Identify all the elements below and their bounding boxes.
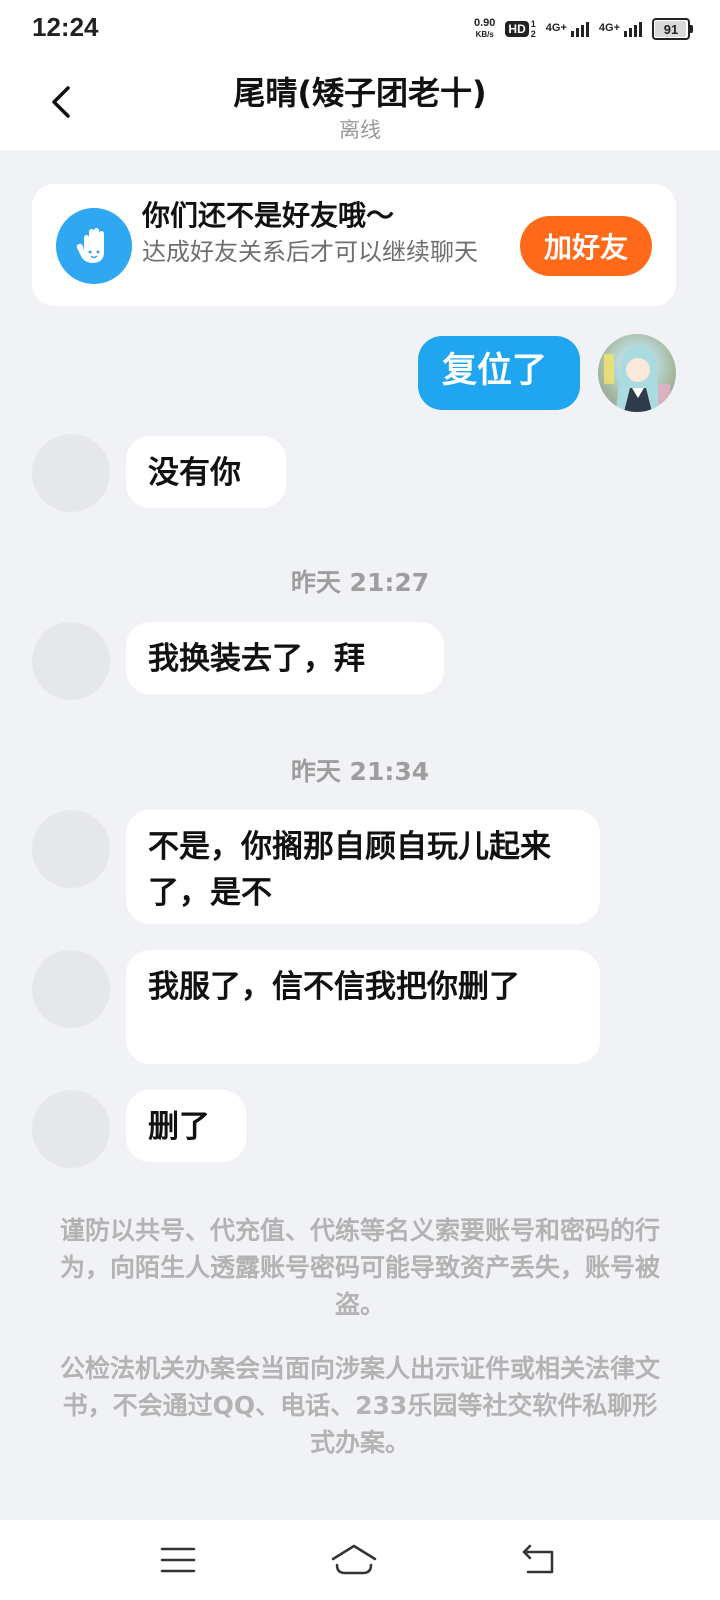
avatar-other[interactable] bbox=[32, 622, 110, 700]
back-nav-button[interactable] bbox=[508, 1536, 568, 1584]
system-nav-bar bbox=[0, 1520, 720, 1600]
message-bubble-other[interactable]: 我换装去了，拜 bbox=[126, 622, 444, 694]
status-time: 12:24 bbox=[32, 12, 99, 42]
friend-request-card: 你们还不是好友哦～ 达成好友关系后才可以继续聊天 加好友 bbox=[32, 184, 676, 306]
hd-slots: 1 2 bbox=[531, 19, 536, 39]
home-icon bbox=[331, 1544, 377, 1575]
net-speed-value: 0.90 bbox=[474, 17, 496, 29]
status-bar: 12:24 0.90 KB/s HD 1 2 4G+ 4G+ 91 bbox=[0, 0, 720, 56]
signal-label: 4G+ bbox=[598, 21, 620, 34]
avatar-me[interactable] bbox=[598, 334, 676, 412]
hand-icon bbox=[56, 208, 132, 284]
hd-slot-1: 1 bbox=[530, 19, 536, 29]
avatar-other[interactable] bbox=[32, 434, 110, 512]
safety-notice: 公检法机关办案会当面向涉案人出示证件或相关法律文书，不会通过QQ、电话、233乐… bbox=[59, 1354, 660, 1457]
net-speed: 0.90 KB/s bbox=[474, 18, 495, 40]
safety-notice: 谨防以共号、代充值、代练等名义索要账号和密码的行为，向陌生人透露账号密码可能导致… bbox=[59, 1216, 660, 1319]
menu-button[interactable] bbox=[148, 1536, 208, 1584]
signal-icon: 4G+ bbox=[598, 21, 642, 37]
avatar-image bbox=[604, 346, 670, 412]
message-bubble-other[interactable]: 删了 bbox=[126, 1090, 246, 1162]
net-speed-unit: KB/s bbox=[475, 30, 494, 39]
back-arrow-icon bbox=[522, 1544, 554, 1574]
message-timestamp: 昨天 21:27 bbox=[290, 568, 430, 597]
friend-card-description: 达成好友关系后才可以继续聊天 bbox=[142, 238, 478, 266]
friend-card-title: 你们还不是好友哦～ bbox=[142, 199, 395, 232]
message-bubble-other[interactable]: 不是，你搁那自顾自玩儿起来了，是不 bbox=[126, 810, 600, 924]
message-bubble-mine[interactable]: 复位了 bbox=[418, 336, 580, 410]
signal-icon: 4G+ bbox=[545, 21, 589, 37]
home-button[interactable] bbox=[324, 1536, 384, 1584]
hd-icon: HD 1 2 bbox=[505, 19, 536, 39]
status-icons: 0.90 KB/s HD 1 2 4G+ 4G+ 91 bbox=[474, 16, 693, 42]
hd-label: HD bbox=[505, 21, 529, 37]
signal-label: 4G+ bbox=[545, 21, 567, 34]
add-friend-button[interactable]: 加好友 bbox=[520, 216, 652, 276]
avatar-other[interactable] bbox=[32, 950, 110, 1028]
battery-icon: 91 bbox=[652, 18, 693, 40]
message-bubble-other[interactable]: 我服了，信不信我把你删了 bbox=[126, 950, 600, 1064]
chat-header: 尾晴(矮子团老十) 离线 bbox=[0, 56, 720, 150]
battery-level: 91 bbox=[663, 21, 679, 37]
message-timestamp: 昨天 21:34 bbox=[290, 757, 430, 786]
hd-slot-2: 2 bbox=[530, 29, 536, 39]
contact-name[interactable]: 尾晴(矮子团老十) bbox=[0, 68, 720, 114]
message-bubble-other[interactable]: 没有你 bbox=[126, 436, 286, 508]
avatar-other[interactable] bbox=[32, 810, 110, 888]
menu-icon bbox=[160, 1547, 196, 1573]
avatar-other[interactable] bbox=[32, 1090, 110, 1168]
hand-glyph bbox=[76, 228, 104, 263]
contact-status: 离线 bbox=[339, 118, 381, 142]
